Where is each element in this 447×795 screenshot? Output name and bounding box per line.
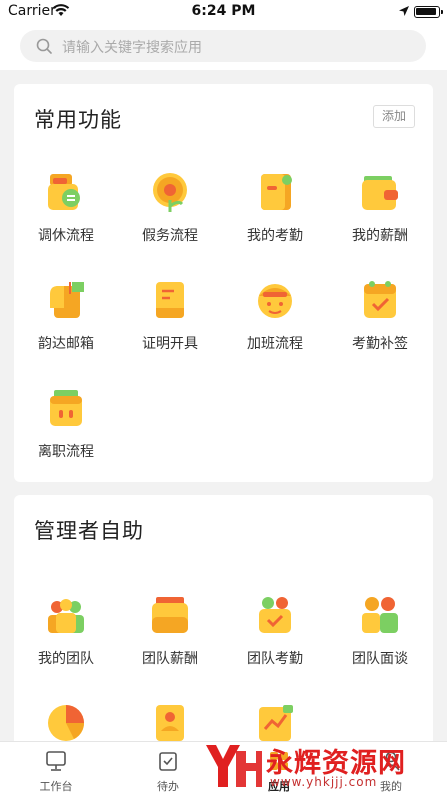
- report-chart-icon: [259, 705, 293, 741]
- user-icon: [382, 751, 400, 771]
- leave-swap-icon: [48, 174, 80, 210]
- location-arrow-icon: [399, 6, 409, 16]
- wallet-salary-icon: [362, 176, 398, 210]
- app-label: 韵达邮箱: [38, 336, 94, 352]
- app-item-team-interview[interactable]: 团队面谈: [328, 593, 432, 673]
- battery-icon: [414, 6, 443, 18]
- mailbox-icon: [50, 282, 84, 318]
- app-item-resignation[interactable]: 离职流程: [14, 386, 118, 466]
- app-item-leave[interactable]: 假务流程: [118, 170, 222, 250]
- team-salary-icon: [152, 597, 188, 633]
- tab-label: 我的: [380, 780, 402, 793]
- app-item-certificate[interactable]: 证明开具: [118, 278, 222, 358]
- app-label: 我的考勤: [247, 228, 303, 244]
- search-bar: 请输入关键字搜索应用: [0, 24, 447, 70]
- certificate-icon: [156, 282, 184, 318]
- search-icon: [36, 38, 52, 54]
- search-input[interactable]: 请输入关键字搜索应用: [20, 30, 426, 62]
- app-item-overtime[interactable]: 加班流程: [223, 278, 327, 358]
- app-label: 假务流程: [142, 228, 198, 244]
- clock: 6:24 PM: [191, 3, 256, 19]
- app-label: 证明开具: [142, 336, 198, 352]
- team-attendance-icon: [259, 597, 291, 633]
- tab-todo[interactable]: 待办: [112, 742, 224, 795]
- search-placeholder: 请输入关键字搜索应用: [62, 40, 202, 56]
- calendar-check-icon: [364, 281, 396, 318]
- monitor-icon: [46, 751, 66, 771]
- tab-label: 应用: [268, 780, 290, 793]
- tab-label: 工作台: [39, 780, 73, 793]
- app-item-leave-swap[interactable]: 调休流程: [14, 170, 118, 250]
- apps-icon: [270, 752, 288, 770]
- tab-apps[interactable]: 应用: [223, 742, 335, 795]
- app-label: 团队面谈: [352, 651, 408, 667]
- app-label: 调休流程: [38, 228, 94, 244]
- app-item-team-salary[interactable]: 团队薪酬: [118, 593, 222, 673]
- status-bar: Carrier 6:24 PM: [0, 0, 447, 24]
- team-interview-icon: [362, 597, 398, 633]
- team-icon: [48, 599, 84, 633]
- tab-label: 待办: [157, 780, 179, 793]
- common-functions-card: 常用功能 添加 调休流程 假务流程 我的考勤 我的薪酬 韵达邮箱 证明开具 加班…: [14, 84, 433, 482]
- app-item-yunda-mail[interactable]: 韵达邮箱: [14, 278, 118, 358]
- app-label: 团队薪酬: [142, 651, 198, 667]
- pie-chart-icon: [48, 705, 84, 741]
- app-item-team-attendance[interactable]: 团队考勤: [223, 593, 327, 673]
- app-item-my-salary[interactable]: 我的薪酬: [328, 170, 432, 250]
- sunflower-leave-icon: [153, 173, 187, 212]
- app-item-my-attendance[interactable]: 我的考勤: [223, 170, 327, 250]
- overtime-face-icon: [258, 284, 292, 318]
- todo-check-icon: [159, 752, 177, 771]
- tab-mine[interactable]: 我的: [335, 742, 447, 795]
- app-label: 我的薪酬: [352, 228, 408, 244]
- resign-bag-icon: [50, 390, 82, 426]
- app-label: 离职流程: [38, 444, 94, 460]
- app-label: 团队考勤: [247, 651, 303, 667]
- app-item-attendance-resign[interactable]: 考勤补签: [328, 278, 432, 358]
- app-label: 我的团队: [38, 651, 94, 667]
- app-label: 考勤补签: [352, 336, 408, 352]
- app-label: 加班流程: [247, 336, 303, 352]
- bottom-tab-bar: 工作台 待办 应用 我的: [0, 741, 447, 795]
- attendance-icon: [261, 174, 292, 210]
- profile-card-icon: [156, 705, 184, 741]
- app-item-my-team[interactable]: 我的团队: [14, 593, 118, 673]
- tab-workbench[interactable]: 工作台: [0, 742, 112, 795]
